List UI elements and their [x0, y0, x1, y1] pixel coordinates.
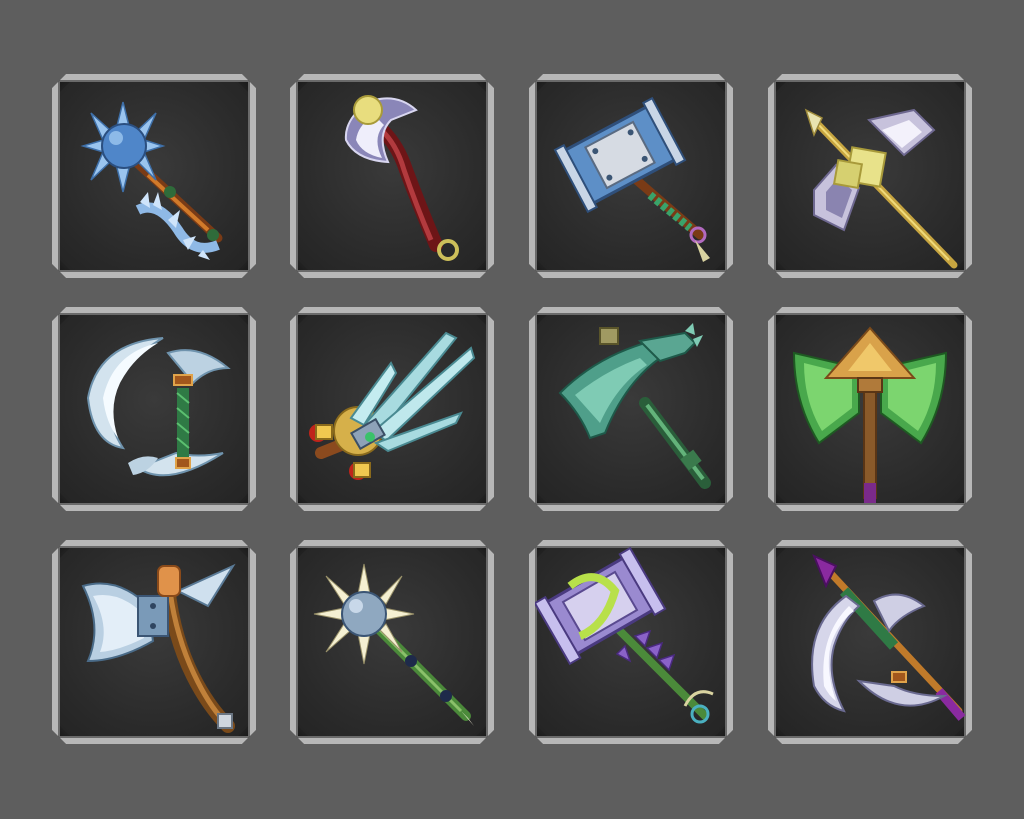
- inventory-slot-12[interactable]: [768, 540, 972, 744]
- inventory-slot-4[interactable]: [768, 74, 972, 278]
- war-hammer-icon: [535, 80, 727, 272]
- inventory-slot-3[interactable]: [529, 74, 733, 278]
- purple-crescent-axe-icon: [774, 546, 966, 738]
- inventory-slot-7[interactable]: [529, 307, 733, 511]
- spiked-mace-icon: [58, 80, 250, 272]
- inventory-slot-5[interactable]: [52, 307, 256, 511]
- trident-claw-icon: [296, 313, 488, 505]
- inventory-slot-11[interactable]: [529, 540, 733, 744]
- jade-pickaxe-icon: [535, 313, 727, 505]
- crescent-blade-icon: [58, 313, 250, 505]
- inventory-slot-6[interactable]: [290, 307, 494, 511]
- inventory-grid: [0, 0, 1024, 819]
- spear-axe-icon: [58, 546, 250, 738]
- vine-hammer-icon: [535, 546, 727, 738]
- scythe-axe-icon: [296, 80, 488, 272]
- inventory-slot-9[interactable]: [52, 540, 256, 744]
- inventory-slot-10[interactable]: [290, 540, 494, 744]
- inventory-slot-2[interactable]: [290, 74, 494, 278]
- green-double-axe-icon: [774, 313, 966, 505]
- inventory-slot-8[interactable]: [768, 307, 972, 511]
- inventory-slot-1[interactable]: [52, 74, 256, 278]
- double-axe-spear-icon: [774, 80, 966, 272]
- morning-star-icon: [296, 546, 488, 738]
